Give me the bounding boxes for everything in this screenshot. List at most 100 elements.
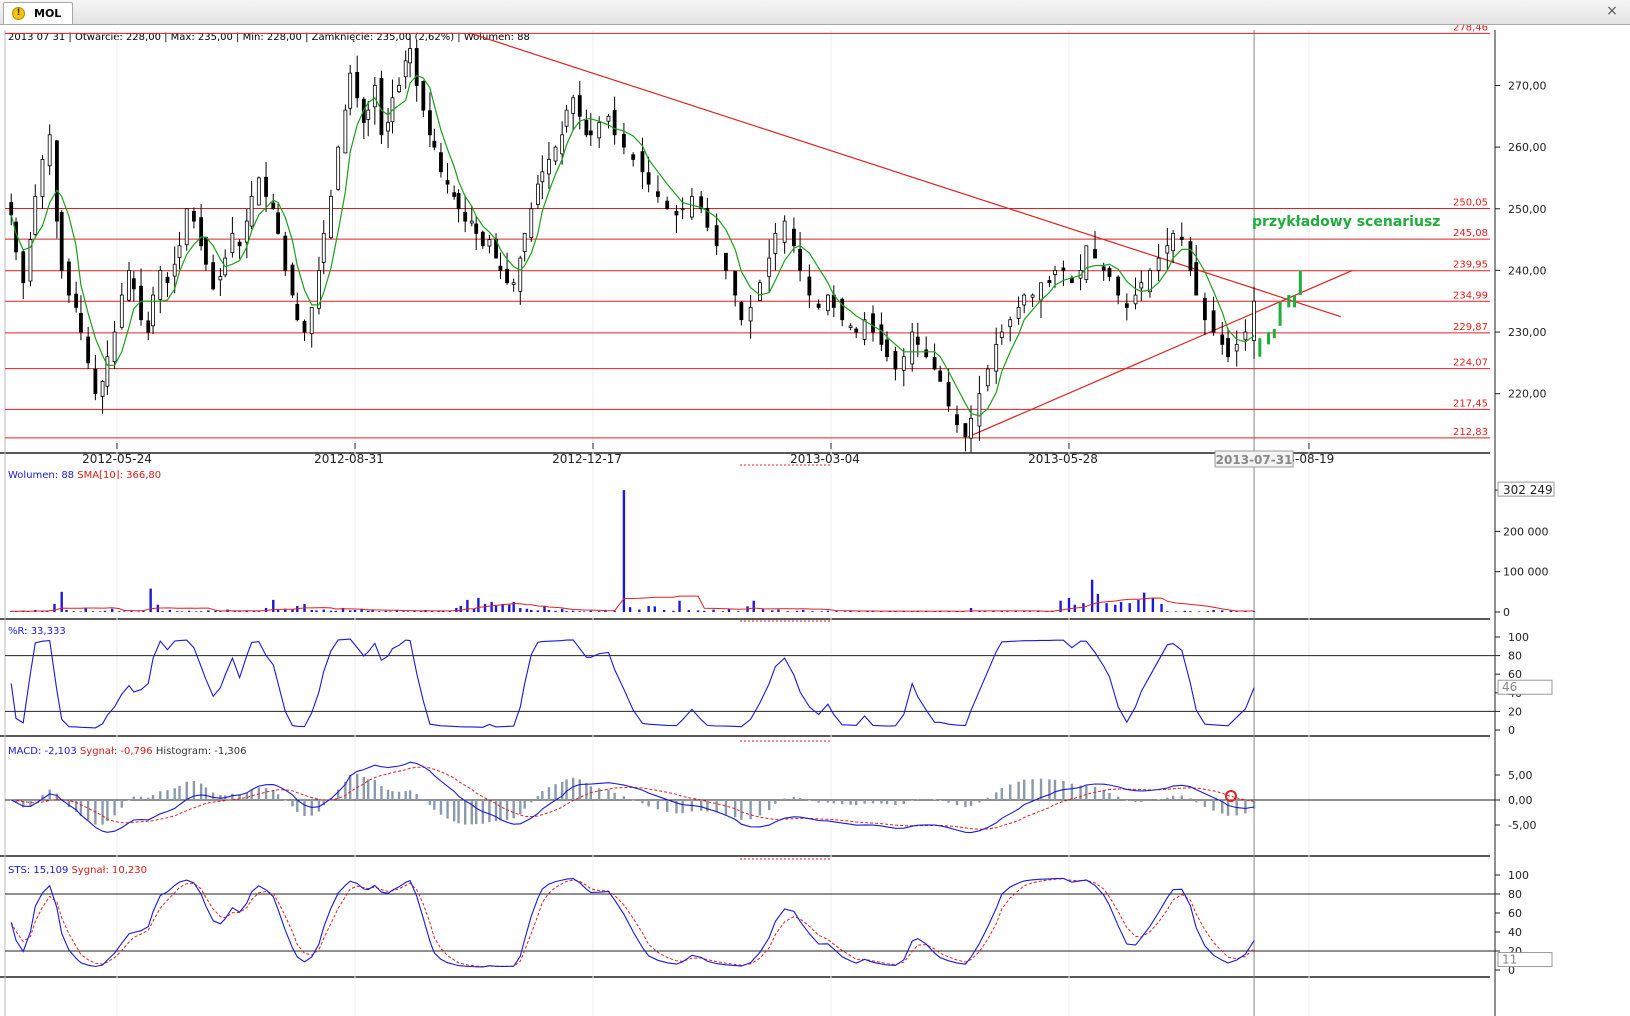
tab-mol[interactable]: ! MOL — [3, 2, 73, 24]
candle-body — [665, 200, 670, 210]
price-tick-label: 270,00 — [1508, 79, 1547, 92]
candle-body — [733, 270, 738, 296]
volume-bar — [662, 609, 666, 612]
candle-body — [969, 417, 973, 439]
candle-body — [1093, 249, 1097, 259]
macd-histogram-bar — [947, 800, 950, 803]
volume-bar — [843, 611, 847, 612]
volume-bar — [508, 604, 511, 612]
candle-body — [540, 171, 545, 183]
candle-body — [714, 225, 719, 247]
volume-bar — [378, 611, 381, 612]
volume-bar — [721, 611, 725, 612]
volume-bar — [786, 611, 789, 612]
candle-body — [622, 133, 626, 148]
macd-histogram-bar — [613, 792, 616, 800]
volume-bar — [811, 611, 814, 612]
volume-bar — [672, 610, 675, 612]
volume-bar — [175, 611, 179, 612]
macd-histogram-bar — [86, 800, 90, 821]
macd-histogram-bar — [622, 796, 626, 800]
candle-body — [848, 325, 853, 328]
volume-bar — [110, 608, 114, 612]
macd-histogram-bar — [488, 800, 491, 822]
volume-bar — [315, 610, 318, 612]
volume-bar — [123, 611, 126, 612]
macd-histogram-bar — [925, 798, 928, 800]
x-tick-label: 2012-05-24 — [82, 452, 152, 466]
macd-histogram-bar — [808, 800, 811, 801]
candle-body — [901, 356, 906, 371]
level-label: 250,05 — [1453, 197, 1488, 208]
macd-histogram-bar — [139, 796, 143, 800]
candle-body — [1252, 300, 1256, 341]
candle-body — [915, 336, 920, 345]
macd-signal-line — [11, 766, 1255, 830]
level-label: 278,46 — [1453, 25, 1488, 33]
macd-histogram-bar — [1180, 795, 1183, 800]
macd-histogram-bar — [380, 786, 383, 800]
volume-bar — [272, 599, 275, 612]
candle-body — [1211, 310, 1216, 333]
candle-body — [264, 176, 268, 197]
candle-body — [355, 72, 360, 99]
candle-body — [165, 276, 170, 284]
wr-tick-label: 0 — [1508, 724, 1515, 737]
x-tick-label: 2013-05-28 — [1028, 452, 1098, 466]
volume-bar — [195, 611, 198, 612]
macd-histogram-bar — [1048, 779, 1051, 800]
macd-histogram-bar — [173, 788, 176, 800]
macd-histogram-bar — [530, 800, 533, 803]
macd-histogram-bar — [758, 800, 762, 816]
candle-body — [432, 140, 437, 148]
candle-body — [283, 235, 288, 271]
candle-body — [348, 72, 353, 109]
macd-histogram-bar — [1212, 800, 1215, 811]
macd-histogram-bar — [264, 788, 268, 800]
macd-histogram-bar — [1062, 781, 1065, 800]
warning-icon: ! — [12, 7, 25, 20]
macd-histogram-bar — [855, 800, 858, 806]
wr-tick-label: 100 — [1508, 631, 1529, 644]
wr-line — [10, 638, 1255, 729]
macd-histogram-bar — [880, 800, 883, 804]
volume-bar — [554, 610, 557, 612]
candle-body — [463, 211, 468, 222]
macd-histogram-bar — [428, 800, 432, 805]
candle-body — [885, 339, 889, 358]
volume-bar — [795, 610, 799, 612]
candle-body — [100, 380, 105, 397]
candle-body — [932, 357, 937, 370]
macd-histogram-bar — [1166, 797, 1169, 800]
macd-histogram-bar — [185, 781, 188, 800]
candle-body — [631, 154, 636, 160]
macd-histogram-bar — [995, 792, 998, 800]
volume-bar — [519, 607, 522, 612]
macd-histogram-bar — [1053, 779, 1057, 800]
candle-body — [366, 109, 371, 120]
candle-body — [518, 257, 523, 292]
volume-tick-label: 100 000 — [1503, 566, 1549, 579]
macd-histogram-bar — [939, 800, 942, 801]
candle-body — [54, 140, 59, 222]
macd-histogram-bar — [774, 800, 777, 804]
volume-bar — [310, 609, 313, 612]
candle-body — [397, 85, 401, 93]
sts-tick-label: 100 — [1508, 869, 1529, 882]
candle-body — [1203, 298, 1207, 321]
candle-body — [798, 249, 802, 271]
macd-histogram-bar — [826, 800, 830, 803]
macd-histogram-bar — [120, 800, 124, 808]
volume-bar — [367, 610, 370, 612]
candle-body — [336, 146, 341, 190]
candle-body — [421, 80, 426, 111]
volume-bar — [1183, 610, 1186, 612]
price-tick-label: 230,00 — [1508, 326, 1547, 339]
level-label: 234,99 — [1453, 290, 1488, 301]
macd-histogram-bar — [291, 800, 294, 807]
volume-bar — [696, 610, 700, 612]
macd-histogram-bar — [1031, 779, 1034, 800]
close-icon[interactable]: × — [1604, 4, 1620, 20]
stock-chart[interactable]: 270,00 260,00 250,00 240,00 230,00 220,00 278,… — [0, 25, 1630, 1016]
candle-body — [588, 130, 593, 136]
